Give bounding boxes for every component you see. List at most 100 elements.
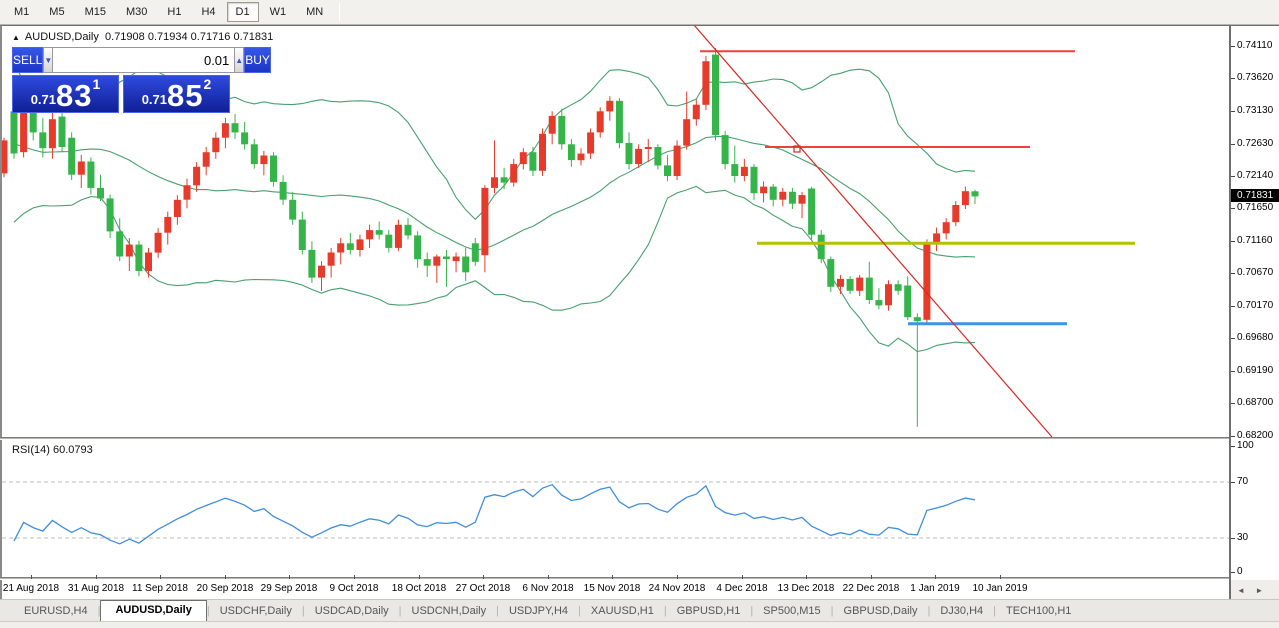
candle [539,129,546,177]
candle [875,288,882,309]
buy-price-box[interactable]: 0.71 85 2 [123,75,230,113]
price-axis-label: 0.71160 [1237,235,1272,246]
candle [270,152,277,186]
rsi-axis-tick [1231,538,1235,539]
price-axis-tick [1231,436,1235,437]
price-axis-label: 0.73130 [1237,105,1273,116]
terminal-window: M1M5M15M30H1H4D1W1MN ◄ ► ▲ AUDUSD,Daily 0… [0,0,1279,628]
candle [481,185,488,272]
rsi-axis-tick [1231,572,1235,573]
buy-button[interactable]: BUY [244,47,271,73]
candle [529,147,536,176]
volume-decrease-button[interactable]: ▼ [43,47,53,73]
chart-ohlc-values: 0.71908 0.71934 0.71716 0.71831 [105,31,273,43]
sell-button[interactable]: SELL [12,47,43,73]
candle [433,255,440,283]
candle [462,248,469,281]
bottom-status-strip [0,621,1279,628]
date-axis-label: 22 Dec 2018 [843,583,900,594]
candle [395,220,402,252]
candle [712,48,719,140]
candle [501,168,508,189]
date-axis-label: 20 Sep 2018 [197,583,254,594]
candle [289,192,296,225]
timeframe-button-m30[interactable]: M30 [117,2,156,22]
tab-sp500-m15[interactable]: SP500,M15 [753,602,830,621]
timeframe-button-h1[interactable]: H1 [158,2,190,22]
buy-price-pip: 2 [204,76,212,92]
symbol-collapse-icon[interactable]: ▲ [12,33,20,42]
tab-dj30-h4[interactable]: DJ30,H4 [930,602,993,621]
price-axis-label: 0.72630 [1237,138,1273,149]
candle [568,139,575,167]
tab-audusd-daily[interactable]: AUDUSD,Daily [100,600,206,621]
date-axis-tick [225,575,226,579]
date-axis-label: 10 Jan 2019 [972,583,1027,594]
tab-tech100-h1[interactable]: TECH100,H1 [996,602,1081,621]
tab-scroll-corner: ◄ ► [1231,580,1279,599]
price-axis-label: 0.69680 [1237,332,1273,343]
tab-usdjpy-h4[interactable]: USDJPY,H4 [499,602,578,621]
tab-scroll-left-icon[interactable]: ◄ [1237,586,1245,595]
date-axis-label: 27 Oct 2018 [456,583,510,594]
tab-usdchf-daily[interactable]: USDCHF,Daily [210,602,302,621]
candle [741,159,748,182]
candle [635,144,642,168]
candle [453,253,460,273]
price-axis-tick [1231,338,1235,339]
volume-increase-button[interactable]: ▲ [234,47,244,73]
candle [664,155,671,181]
timeframe-button-m15[interactable]: M15 [76,2,115,22]
candle [97,175,104,201]
candle [731,146,738,183]
candle [59,107,66,152]
candle [357,235,364,257]
candle [126,238,133,271]
candle [549,111,556,144]
date-axis-label: 31 Aug 2018 [68,583,124,594]
date-axis-label: 9 Oct 2018 [330,583,379,594]
timeframe-toolbar: M1M5M15M30H1H4D1W1MN [0,0,1279,25]
date-axis-label: 21 Aug 2018 [3,583,59,594]
candle [337,238,344,264]
timeframe-button-h4[interactable]: H4 [192,2,224,22]
candle [751,164,758,200]
candle [578,148,585,165]
timeframe-button-d1[interactable]: D1 [227,2,259,22]
tab-gbpusd-h1[interactable]: GBPUSD,H1 [667,602,751,621]
tab-xauusd-h1[interactable]: XAUUSD,H1 [581,602,664,621]
rsi-axis-label: 70 [1237,476,1248,487]
candle [222,118,229,148]
candle [472,238,479,266]
tab-eurusd-h4[interactable]: EURUSD,H4 [14,602,98,621]
timeframe-button-mn[interactable]: MN [297,2,332,22]
trendline-object[interactable] [694,25,1052,437]
date-axis-tick [548,575,549,579]
tab-scroll-right-icon[interactable]: ► [1255,586,1263,595]
volume-input[interactable] [53,47,234,73]
candle [722,131,729,169]
candle [280,175,287,205]
candle [808,187,815,240]
timeframe-button-w1[interactable]: W1 [261,2,296,22]
timeframe-button-m1[interactable]: M1 [5,2,38,22]
tab-usdcnh-daily[interactable]: USDCNH,Daily [402,602,497,621]
candle [895,280,902,295]
buy-price-big: 85 [167,82,203,110]
candle [847,276,854,294]
date-axis-tick [160,575,161,579]
date-axis-label: 4 Dec 2018 [716,583,767,594]
timeframe-button-m5[interactable]: M5 [40,2,73,22]
price-axis-label: 0.73620 [1237,72,1273,83]
tab-usdcad-daily[interactable]: USDCAD,Daily [305,602,399,621]
price-axis-tick [1231,46,1235,47]
candle [1,138,8,178]
price-axis-label: 0.69190 [1237,365,1273,376]
date-axis-tick [935,575,936,579]
price-axis-tick [1231,208,1235,209]
candle [193,162,200,192]
tab-gbpusd-daily[interactable]: GBPUSD,Daily [834,602,928,621]
date-axis-tick [742,575,743,579]
sell-price-box[interactable]: 0.71 83 1 [12,75,119,113]
date-axis-tick [354,575,355,579]
